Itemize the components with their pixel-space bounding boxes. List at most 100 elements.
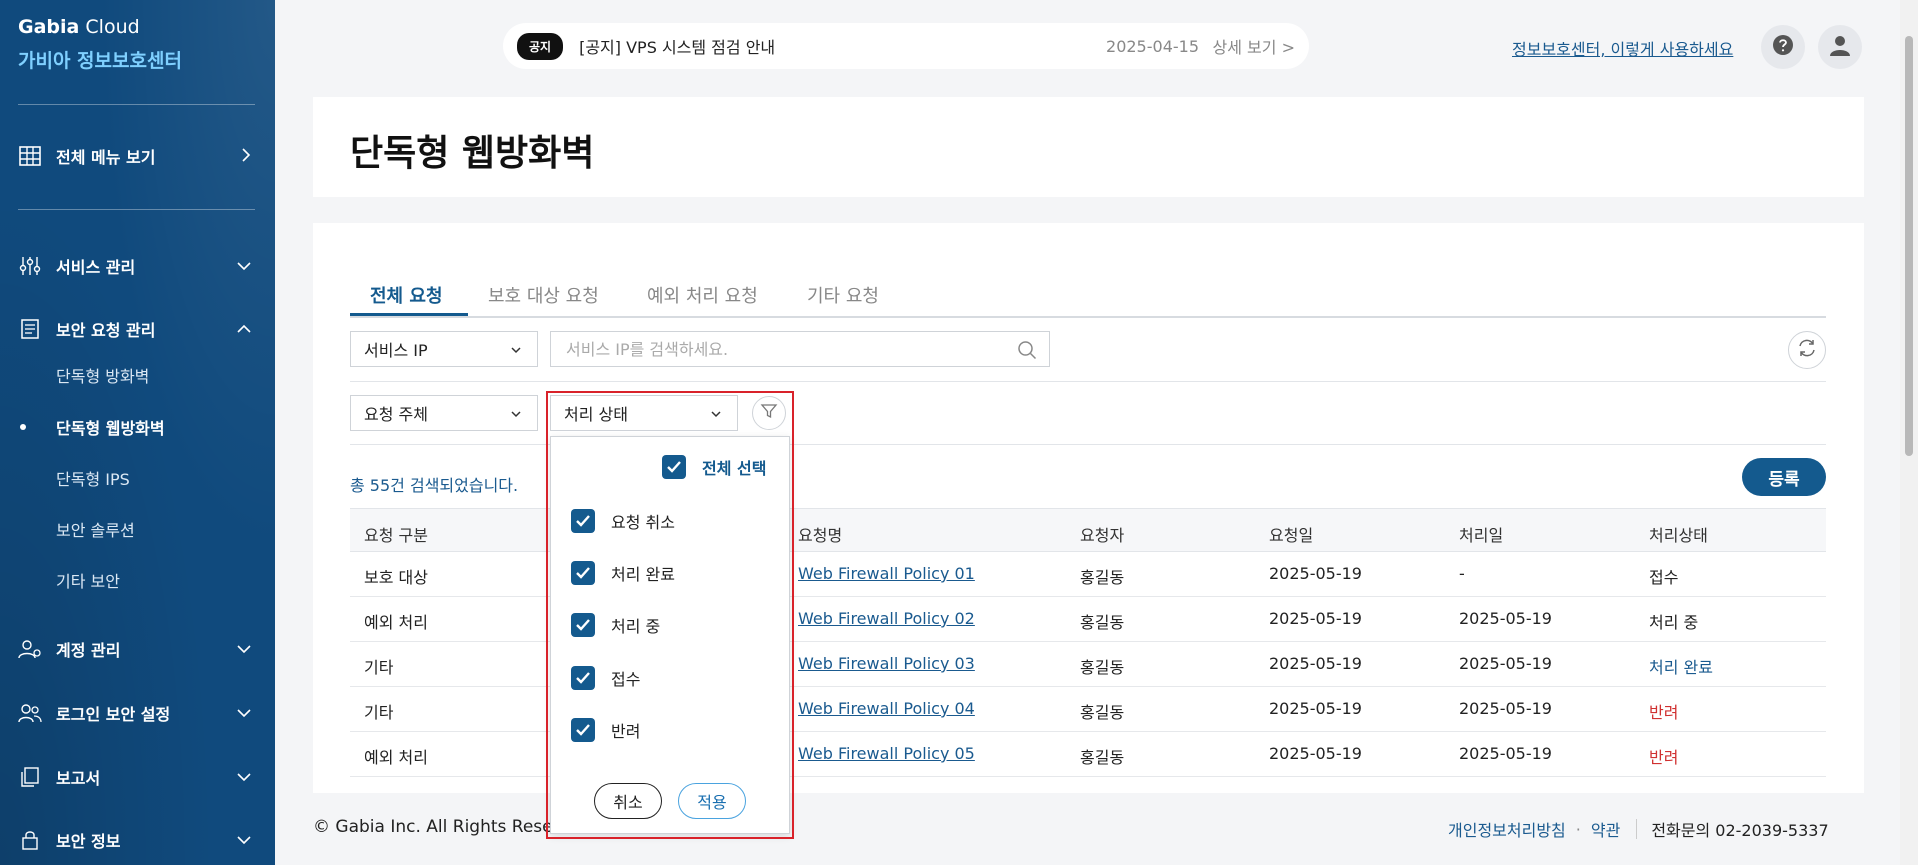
refresh-icon — [1796, 337, 1818, 363]
cell-process-date: 2025-05-19 — [1459, 609, 1552, 628]
highlight-outline — [546, 391, 794, 839]
sidebar-item-label: 계정 관리 — [56, 641, 121, 660]
cell-requester: 홍길동 — [1080, 748, 1125, 767]
chevron-right-icon — [240, 147, 252, 167]
cell-requester: 홍길동 — [1080, 613, 1125, 632]
notice-text: [공지] VPS 시스템 점검 안내 — [579, 38, 776, 57]
phone-contact: 전화문의 02-2039-5337 — [1651, 821, 1829, 840]
cell-name-link[interactable]: Web Firewall Policy 04 — [798, 699, 975, 718]
cell-type: 기타 — [364, 703, 394, 722]
page-scrollbar[interactable] — [1900, 0, 1918, 865]
cell-request-date: 2025-05-19 — [1269, 609, 1362, 628]
search-icon[interactable] — [1017, 340, 1037, 364]
sidebar-item-label: 로그인 보안 설정 — [56, 705, 171, 724]
cell-name-link[interactable]: Web Firewall Policy 01 — [798, 564, 975, 583]
col-header-type: 요청 구분 — [364, 526, 428, 545]
footer-links: 개인정보처리방침 · 약관 전화문의 02-2039-5337 — [1448, 817, 1829, 841]
document-icon — [18, 317, 42, 341]
brand-logo[interactable]: Gabia Cloud 가비아 정보보호센터 — [18, 16, 182, 73]
tab-exception[interactable]: 예외 처리 요청 — [647, 282, 758, 318]
tab-etc[interactable]: 기타 요청 — [807, 282, 879, 318]
refresh-button[interactable] — [1788, 331, 1826, 369]
user-icon — [1828, 33, 1852, 61]
sliders-icon — [18, 254, 42, 278]
col-header-requester: 요청자 — [1080, 526, 1125, 545]
grid-icon — [18, 144, 42, 168]
cell-name-link[interactable]: Web Firewall Policy 05 — [798, 744, 975, 763]
notice-more-link[interactable]: 상세 보기 > — [1213, 34, 1295, 58]
chevron-down-icon — [236, 640, 252, 659]
chevron-down-icon — [509, 342, 523, 361]
sidebar-all-menu-label: 전체 메뉴 보기 — [56, 148, 156, 167]
notice-date: 2025-04-15 — [1106, 36, 1199, 56]
chevron-down-icon — [236, 768, 252, 787]
cell-type: 기타 — [364, 658, 394, 677]
question-icon — [1772, 34, 1794, 60]
cell-status: 처리 중 — [1649, 613, 1699, 632]
notice-bar[interactable]: 공지 [공지] VPS 시스템 점검 안내 2025-04-15 상세 보기 > — [503, 23, 1309, 69]
cell-name-link[interactable]: Web Firewall Policy 02 — [798, 609, 975, 628]
help-button[interactable] — [1761, 25, 1805, 69]
sidebar-sub-etc[interactable]: 기타 보안 — [56, 568, 120, 592]
col-header-status: 처리상태 — [1649, 526, 1708, 545]
page-title: 단독형 웹방화벽 — [350, 133, 595, 174]
copy-icon — [18, 765, 42, 789]
sidebar-sub-solution[interactable]: 보안 솔루션 — [56, 517, 135, 541]
sidebar-item-label: 보고서 — [56, 769, 101, 788]
search-box — [550, 331, 1050, 367]
sidebar-item-label: 서비스 관리 — [56, 258, 136, 277]
sidebar-sub-ips[interactable]: 단독형 IPS — [56, 466, 130, 490]
sidebar-divider — [18, 104, 255, 105]
cell-type: 예외 처리 — [364, 748, 428, 767]
register-button[interactable]: 등록 — [1742, 458, 1826, 496]
scrollbar-thumb[interactable] — [1905, 36, 1913, 456]
cell-request-date: 2025-05-19 — [1269, 699, 1362, 718]
sidebar-sub-waf[interactable]: 단독형 웹방화벽 — [56, 415, 165, 439]
cell-request-date: 2025-05-19 — [1269, 744, 1362, 763]
sidebar-item-service[interactable]: 서비스 관리 — [18, 249, 258, 283]
sidebar-item-security-request[interactable]: 보안 요청 관리 — [18, 312, 258, 346]
chevron-down-icon — [236, 704, 252, 723]
sidebar-sub-firewall[interactable]: 단독형 방화벽 — [56, 363, 149, 387]
chevron-down-icon — [509, 406, 523, 425]
cell-process-date: 2025-05-19 — [1459, 654, 1552, 673]
sidebar: Gabia Cloud 가비아 정보보호센터 전체 메뉴 보기 서비스 관리 보… — [0, 0, 275, 865]
cell-status: 접수 — [1649, 568, 1679, 587]
privacy-policy-link[interactable]: 개인정보처리방침 — [1448, 817, 1566, 841]
brand-gabia: Gabia — [18, 16, 80, 38]
cell-process-date: - — [1459, 564, 1465, 583]
chevron-down-icon — [236, 257, 252, 276]
profile-button[interactable] — [1818, 25, 1862, 69]
brand-subtitle: 가비아 정보보호센터 — [18, 50, 182, 72]
cell-type: 예외 처리 — [364, 613, 428, 632]
request-tabs: 전체 요청 보호 대상 요청 예외 처리 요청 기타 요청 — [350, 282, 1826, 318]
sidebar-all-menu[interactable]: 전체 메뉴 보기 — [18, 139, 258, 173]
sidebar-item-security-info[interactable]: 보안 정보 — [18, 823, 258, 857]
sidebar-item-report[interactable]: 보고서 — [18, 760, 258, 794]
cell-requester: 홍길동 — [1080, 568, 1125, 587]
result-count: 총 55건 검색되었습니다. — [350, 476, 519, 495]
cell-requester: 홍길동 — [1080, 658, 1125, 677]
sidebar-item-account[interactable]: 계정 관리 — [18, 632, 258, 666]
cell-status: 반려 — [1649, 748, 1679, 767]
terms-link[interactable]: 약관 — [1591, 817, 1620, 841]
cell-name-link[interactable]: Web Firewall Policy 03 — [798, 654, 975, 673]
cell-status: 처리 완료 — [1649, 658, 1713, 677]
tab-protect[interactable]: 보호 대상 요청 — [488, 282, 599, 318]
search-type-select[interactable]: 서비스 IP — [350, 331, 538, 367]
sidebar-item-login-security[interactable]: 로그인 보안 설정 — [18, 696, 258, 730]
users-icon — [18, 701, 42, 725]
cell-process-date: 2025-05-19 — [1459, 699, 1552, 718]
cell-request-date: 2025-05-19 — [1269, 654, 1362, 673]
cell-status: 반려 — [1649, 703, 1679, 722]
user-gear-icon — [18, 637, 42, 661]
cell-process-date: 2025-05-19 — [1459, 744, 1552, 763]
sidebar-item-label: 보안 요청 관리 — [56, 321, 156, 340]
chevron-down-icon — [236, 831, 252, 850]
requester-select[interactable]: 요청 주체 — [350, 395, 538, 431]
active-tab-underline — [350, 313, 468, 316]
lock-icon — [18, 828, 42, 852]
help-guide-link[interactable]: 정보보호센터, 이렇게 사용하세요 — [1512, 36, 1733, 60]
search-input[interactable] — [551, 332, 1049, 366]
chevron-up-icon — [236, 320, 252, 339]
